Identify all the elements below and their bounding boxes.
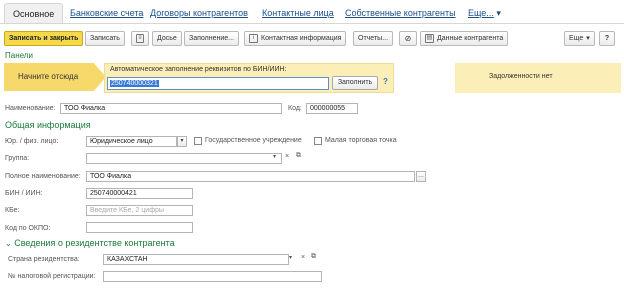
gov-institution-label: Государственное учреждение xyxy=(205,137,302,144)
residency-section[interactable]: ⌄ Сведения о резидентстве контрагента xyxy=(5,238,175,248)
small-shop-label: Малая торговая точка xyxy=(325,137,397,144)
autofill-help-icon[interactable]: ? xyxy=(383,77,388,86)
attach-button[interactable]: ⊘ xyxy=(399,31,417,46)
group-clear-icon[interactable]: × xyxy=(285,153,289,160)
group-label: Группа: xyxy=(5,155,30,162)
tab-more[interactable]: Еще... ▾ xyxy=(468,3,501,23)
group-field[interactable] xyxy=(86,153,282,164)
start-here-label: Начните отсюда xyxy=(18,72,79,81)
document-list-icon: ≡ xyxy=(136,34,144,43)
entity-type-select[interactable]: Юридическое лицо xyxy=(86,136,177,147)
save-close-button[interactable]: Записать и закрыть xyxy=(4,31,84,46)
tab-own-contractors[interactable]: Собственные контрагенты xyxy=(345,3,456,23)
group-dropdown-icon[interactable]: ▾ xyxy=(273,153,276,160)
help-button[interactable]: ? xyxy=(599,31,615,46)
contact-card-icon: i xyxy=(249,34,258,43)
code-label: Код: xyxy=(288,105,302,112)
entity-type-label: Юр. / физ. лицо: xyxy=(5,138,59,145)
taxreg-field[interactable] xyxy=(103,271,322,282)
tab-main[interactable]: Основное xyxy=(4,3,64,23)
small-shop-checkbox[interactable] xyxy=(314,137,322,145)
save-button[interactable]: Записать xyxy=(85,31,125,46)
fullname-field[interactable]: ТОО Фиалка xyxy=(86,171,415,182)
bin-label: БИН / ИИН: xyxy=(5,190,43,197)
group-open-icon[interactable]: ⧉ xyxy=(296,152,301,160)
code-field[interactable]: 000000055 xyxy=(306,103,358,114)
name-field[interactable]: ТОО Фиалка xyxy=(60,103,282,114)
general-info-section: Общая информация xyxy=(5,120,91,130)
dossier-button[interactable]: Досье xyxy=(152,31,182,46)
country-open-icon[interactable]: ⧉ xyxy=(311,253,316,261)
okpo-field[interactable] xyxy=(86,222,193,233)
name-label: Наименование: xyxy=(5,105,56,112)
taxreg-label: № налоговой регистрации: xyxy=(8,273,96,280)
list-icon-button[interactable]: ≡ xyxy=(131,31,149,46)
bin-field[interactable]: 250740000421 xyxy=(86,188,193,199)
fullname-edit-button[interactable]: … xyxy=(416,171,426,182)
country-label: Страна резидентства: xyxy=(8,256,80,263)
country-dropdown-icon[interactable]: ▾ xyxy=(289,254,292,261)
entity-type-dropdown[interactable]: ▾ xyxy=(177,136,187,147)
autofill-bin-input[interactable]: 250740000321 xyxy=(107,77,329,90)
fullname-label: Полное наименование: xyxy=(5,173,81,180)
tabs-divider xyxy=(0,23,624,24)
tab-contact-persons[interactable]: Контактные лица xyxy=(262,3,334,23)
tab-bank-accounts[interactable]: Банковские счета xyxy=(70,3,143,23)
autofill-fill-button[interactable]: Заполнить xyxy=(332,76,378,90)
report-icon: ▤ xyxy=(425,34,434,43)
country-clear-icon[interactable]: × xyxy=(301,254,305,261)
kbe-label: КБе: xyxy=(5,207,20,214)
okpo-label: Код по ОКПО: xyxy=(5,225,51,232)
contractor-data-button[interactable]: ▤ Данные контрагента xyxy=(420,31,509,46)
contact-info-button[interactable]: i Контактная информация xyxy=(244,31,347,46)
paperclip-icon: ⊘ xyxy=(404,34,412,43)
reports-button[interactable]: Отчеты... xyxy=(353,31,394,46)
kbe-field[interactable]: Введите КБе, 2 цифры xyxy=(86,205,193,216)
chevron-down-icon: ⌄ xyxy=(5,239,12,248)
chevron-down-icon: ▾ xyxy=(180,138,184,144)
more-button[interactable]: Еще ▾ xyxy=(564,31,595,46)
autofill-title: Автоматическое заполнение реквизитов по … xyxy=(110,66,287,73)
fill-menu-button[interactable]: Заполнение... xyxy=(184,31,239,46)
country-field[interactable]: КАЗАХСТАН xyxy=(103,254,289,265)
panels-title: Панели xyxy=(5,51,33,60)
gov-institution-checkbox[interactable] xyxy=(194,137,202,145)
tab-contracts[interactable]: Договоры контрагентов xyxy=(150,3,248,23)
debt-status: Задолженности нет xyxy=(489,73,553,80)
